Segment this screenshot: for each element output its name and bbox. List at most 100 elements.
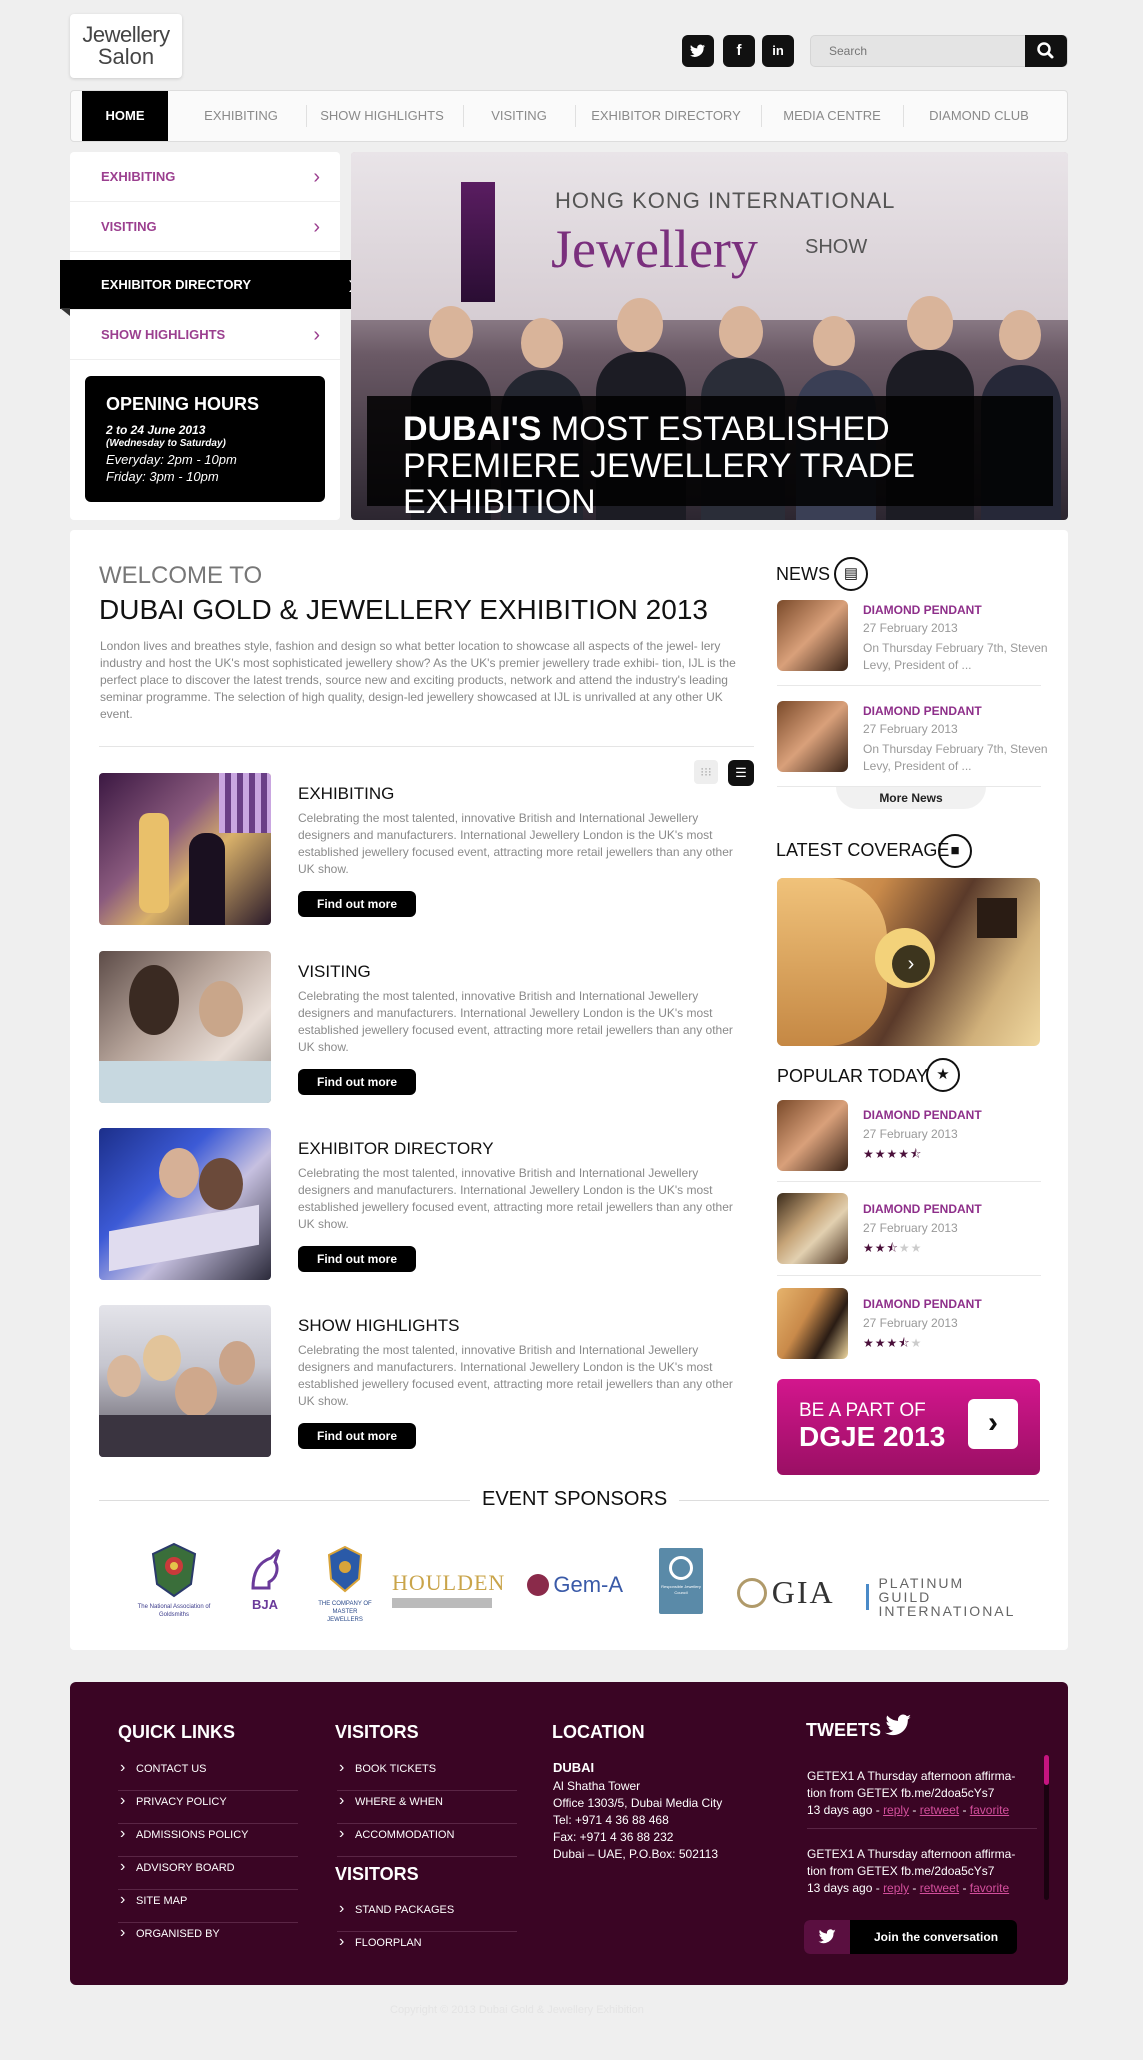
tweets-scrollbar[interactable]	[1044, 1755, 1049, 1900]
hero-banner[interactable]: HONG KONG INTERNATIONAL Jewellery SHOW D…	[351, 152, 1068, 520]
tweet-reply-link[interactable]: reply	[883, 1803, 909, 1817]
hero-caption-line2: PREMIERE JEWELLERY TRADE EXHIBITION	[403, 447, 916, 520]
footer-link-site-map[interactable]: SITE MAP	[118, 1889, 298, 1923]
linkedin-icon[interactable]: in	[762, 35, 794, 67]
feature-desc: Celebrating the most talented, innovativ…	[298, 1343, 733, 1408]
chevron-right-icon: ›	[313, 216, 320, 238]
list-view-icon[interactable]: ☰	[728, 760, 754, 786]
opening-hours-friday: Friday: 3pm - 10pm	[106, 469, 219, 484]
tweet-retweet-link[interactable]: retweet	[920, 1881, 959, 1895]
exhibiting-image[interactable]	[99, 773, 271, 925]
sponsor-logo[interactable]: GIA	[730, 1574, 842, 1611]
sponsor-logo[interactable]: The National Association of Goldsmiths	[130, 1542, 218, 1619]
side-menu-exhibiting[interactable]: EXHIBITING ›	[70, 152, 340, 202]
nav-exhibitor-directory[interactable]: EXHIBITOR DIRECTORY	[576, 91, 756, 141]
search-button[interactable]	[1025, 35, 1067, 67]
popular-title[interactable]: DIAMOND PENDANT	[863, 1108, 982, 1122]
join-label: Join the conversation	[874, 1930, 999, 1944]
tweet-retweet-link[interactable]: retweet	[920, 1803, 959, 1817]
footer-link-accommodation[interactable]: ACCOMMODATION	[337, 1823, 517, 1857]
intro-text: London lives and breathes style, fashion…	[100, 639, 736, 721]
popular-title[interactable]: DIAMOND PENDANT	[863, 1202, 982, 1216]
news-thumb[interactable]	[777, 701, 848, 772]
footer-link-admissions-policy[interactable]: ADMISSIONS POLICY	[118, 1823, 298, 1857]
newspaper-icon: ▤	[834, 557, 868, 591]
opening-hours-everyday: Everyday: 2pm - 10pm	[106, 452, 237, 467]
tweet-favorite-link[interactable]: favorite	[970, 1881, 1009, 1895]
sponsor-name: GIA	[771, 1574, 835, 1610]
crest-icon	[151, 1542, 197, 1598]
popular-thumb[interactable]	[777, 1193, 848, 1264]
site-logo[interactable]: Jewellery Salon	[70, 14, 182, 78]
tweet-favorite-link[interactable]: favorite	[970, 1803, 1009, 1817]
tweet-ago: 13 days ago	[807, 1881, 873, 1895]
sponsor-logo[interactable]: THE COMPANY OF MASTER JEWELLERS	[316, 1545, 374, 1624]
more-news-button[interactable]: More News	[836, 787, 986, 809]
tweet-text: GETEX1 A Thursday afternoon affirma- tio…	[807, 1769, 1016, 1800]
side-menu-label: EXHIBITING	[101, 169, 176, 184]
sponsor-name: The National Association of Goldsmiths	[137, 1604, 211, 1618]
visiting-image[interactable]	[99, 951, 271, 1103]
search-input[interactable]	[811, 36, 1027, 66]
popular-date: 27 February 2013	[863, 1316, 958, 1330]
nav-visiting[interactable]: VISITING	[464, 91, 574, 141]
hero-banner-show: SHOW	[805, 236, 868, 258]
nav-exhibiting[interactable]: EXHIBITING	[186, 91, 296, 141]
divider	[777, 1181, 1041, 1182]
be-a-part-banner[interactable]: BE A PART OF DGJE 2013 ›	[777, 1379, 1040, 1475]
rating-stars: ★★★★⯪	[863, 1147, 923, 1161]
side-menu-show-highlights[interactable]: SHOW HIGHLIGHTS ›	[70, 310, 340, 360]
nav-media-centre[interactable]: MEDIA CENTRE	[762, 91, 902, 141]
exhibitor-directory-image[interactable]	[99, 1128, 271, 1280]
find-out-more-button[interactable]: Find out more	[298, 1423, 416, 1449]
find-out-more-button[interactable]: Find out more	[298, 1246, 416, 1272]
sponsor-logo[interactable]: PLATINUM GUILD INTERNATIONAL	[866, 1576, 1022, 1618]
opening-hours-box: OPENING HOURS 2 to 24 June 2013 (Wednesd…	[85, 376, 325, 502]
twitter-icon[interactable]	[682, 35, 714, 67]
news-title[interactable]: DIAMOND PENDANT	[863, 704, 982, 718]
popular-title[interactable]: DIAMOND PENDANT	[863, 1297, 982, 1311]
divider	[807, 1828, 1037, 1829]
footer-link-book-tickets[interactable]: BOOK TICKETS	[337, 1757, 517, 1791]
facebook-icon[interactable]: f	[723, 35, 755, 67]
play-icon[interactable]: ›	[892, 945, 930, 983]
nav-show-highlights[interactable]: SHOW HIGHLIGHTS	[307, 91, 457, 141]
news-thumb[interactable]	[777, 600, 848, 671]
page-title: DUBAI GOLD & JEWELLERY EXHIBITION 2013	[99, 594, 708, 625]
footer-link-advisory-board[interactable]: ADVISORY BOARD	[118, 1856, 298, 1890]
find-out-more-button[interactable]: Find out more	[298, 891, 416, 917]
location-line: Dubai – UAE, P.O.Box: 502113	[553, 1847, 718, 1861]
show-highlights-image[interactable]	[99, 1305, 271, 1457]
popular-thumb[interactable]	[777, 1100, 848, 1171]
footer-link-organised-by[interactable]: ORGANISED BY	[118, 1922, 298, 1956]
news-excerpt: On Thursday February 7th, Steven Levy, P…	[863, 641, 1048, 672]
footer-link-stand-packages[interactable]: STAND PACKAGES	[337, 1898, 517, 1932]
side-menu-exhibitor-directory[interactable]: EXHIBITOR DIRECTORY›	[60, 260, 370, 310]
logo-line2: Salon	[97, 44, 155, 69]
sponsor-logo[interactable]: Responsible Jewellery Council	[659, 1548, 703, 1614]
nav-home[interactable]: HOME	[82, 91, 168, 141]
popular-thumb[interactable]	[777, 1288, 848, 1359]
crest-icon	[327, 1545, 363, 1593]
nav-diamond-club[interactable]: DIAMOND CLUB	[904, 91, 1054, 141]
news-title[interactable]: DIAMOND PENDANT	[863, 603, 982, 617]
scrollbar-thumb[interactable]	[1044, 1755, 1049, 1785]
sponsor-logo[interactable]: BJA	[236, 1548, 294, 1612]
join-conversation-button[interactable]: Join the conversation	[804, 1920, 1017, 1954]
chevron-right-icon[interactable]: ›	[968, 1399, 1018, 1449]
grid-view-icon[interactable]: ⁝⁝⁝	[694, 760, 718, 784]
rating-stars: ★★⯪★★	[863, 1241, 923, 1255]
tweet-reply-link[interactable]: reply	[883, 1881, 909, 1895]
sponsor-logo[interactable]: HOULDEN	[392, 1570, 504, 1608]
side-menu-visiting[interactable]: VISITING ›	[70, 202, 340, 252]
footer-link-where-when[interactable]: WHERE & WHEN	[337, 1790, 517, 1824]
location-line: Fax: +971 4 36 88 232	[553, 1830, 674, 1844]
sponsor-logo[interactable]: Gem-A	[515, 1572, 635, 1598]
coverage-heading: LATEST COVERAGE	[776, 840, 950, 860]
footer-link-floorplan[interactable]: FLOORPLAN	[337, 1931, 517, 1965]
footer-link-privacy-policy[interactable]: PRIVACY POLICY	[118, 1790, 298, 1824]
footer-link-contact-us[interactable]: CONTACT US	[118, 1757, 298, 1791]
menu-fold	[60, 308, 70, 316]
feature-title: VISITING	[298, 962, 371, 981]
find-out-more-button[interactable]: Find out more	[298, 1069, 416, 1095]
